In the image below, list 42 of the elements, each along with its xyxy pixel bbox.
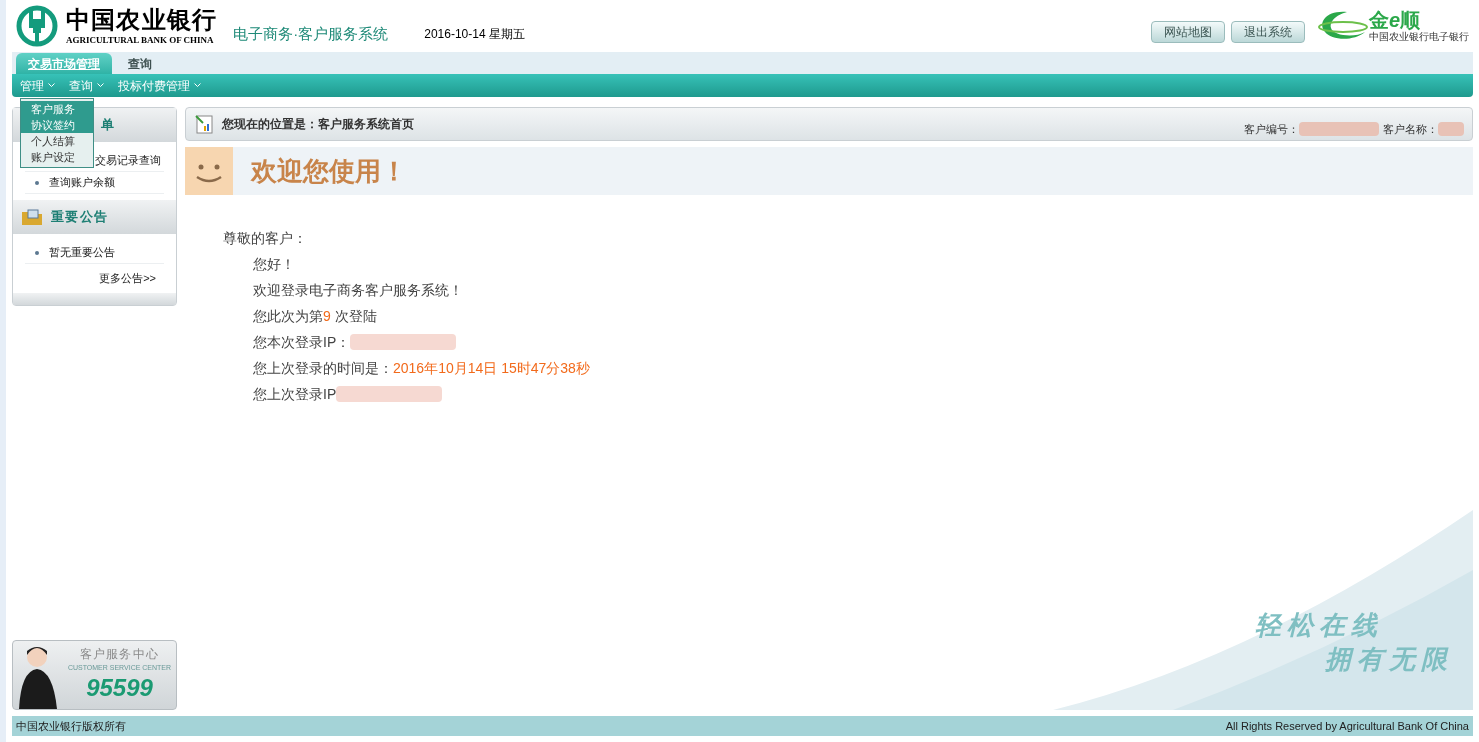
- chevron-down-icon: [194, 83, 201, 88]
- rights-text: All Rights Reserved by Agricultural Bank Of China: [1225, 718, 1469, 734]
- bank-name: 中国农业银行: [66, 7, 218, 32]
- brand-name: 金e顺: [1369, 10, 1421, 30]
- dropdown-item[interactable]: 账户设定: [21, 149, 93, 165]
- service-title: 客户服务中心: [79, 646, 160, 663]
- welcome-line: 您上次登录的时间是：2016年10月14日 15时47分38秒: [253, 358, 590, 378]
- welcome-line: 欢迎登录电子商务客户服务系统！: [253, 280, 463, 300]
- section-title: 重要公告: [51, 208, 109, 227]
- current-date: 2016-10-14 星期五: [424, 26, 525, 43]
- header-button[interactable]: 网站地图: [1151, 21, 1225, 43]
- folder-icon: [21, 208, 43, 226]
- header-button[interactable]: 退出系统: [1231, 21, 1305, 43]
- sidebar-link[interactable]: 查询账户余额: [49, 174, 115, 191]
- redacted-value: [1438, 122, 1464, 136]
- breadcrumb-text: 您现在的位置是：客户服务系统首页: [222, 116, 414, 133]
- chevron-down-icon: [97, 83, 104, 88]
- bank-logo-icon: [16, 5, 58, 47]
- section-title: 单: [101, 116, 116, 135]
- smiley-icon: [185, 147, 233, 195]
- document-chart-icon: [194, 114, 214, 134]
- copyright-text: 中国农业银行版权所有: [16, 718, 126, 734]
- bank-name-english: AGRICULTURAL BANK OF CHINA: [66, 35, 215, 45]
- slogan-text: 轻松在线: [1255, 609, 1383, 642]
- welcome-line: 您好！: [253, 254, 295, 274]
- more-link[interactable]: 更多公告>>: [99, 270, 156, 287]
- slogan-text: 拥有无限: [1325, 643, 1453, 676]
- system-title: 电子商务·客户服务系统: [233, 23, 389, 44]
- customer-id-label: 客户编号：: [1244, 121, 1299, 137]
- greeting-text: 尊敬的客户：: [223, 229, 308, 248]
- dropdown-item[interactable]: 个人结算: [21, 133, 93, 149]
- brand-tagline: 中国农业银行电子银行: [1369, 32, 1469, 42]
- welcome-title: 欢迎您使用！: [251, 154, 407, 188]
- customer-name-label: 客户名称：: [1383, 121, 1438, 137]
- sidebar-link[interactable]: 交易记录查询: [95, 152, 161, 169]
- sidebar-link[interactable]: 暂无重要公告: [49, 244, 115, 261]
- welcome-line: 您上次登录IP: [253, 384, 337, 404]
- welcome-line: 您本次登录IP：: [253, 332, 351, 352]
- chevron-down-icon: [48, 83, 55, 88]
- nav-tab[interactable]: 查询: [112, 53, 168, 74]
- service-phone: 95599: [86, 675, 153, 700]
- welcome-line: 您此次为第9 次登陆: [253, 306, 377, 326]
